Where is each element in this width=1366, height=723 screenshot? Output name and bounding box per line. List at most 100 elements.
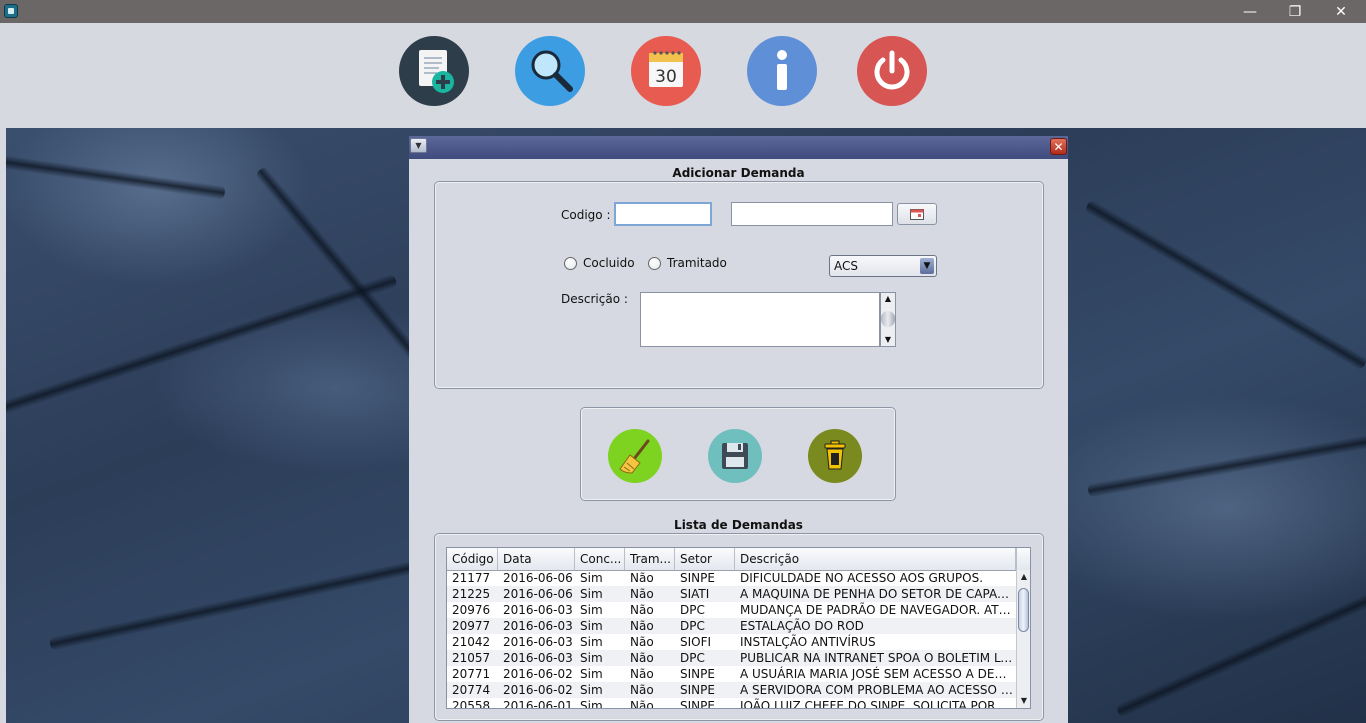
column-header-data[interactable]: Data — [498, 548, 575, 570]
clear-button[interactable] — [608, 429, 662, 483]
cell-codigo: 21042 — [452, 635, 491, 649]
codigo-input[interactable] — [614, 202, 712, 226]
cell-tramitado: Não — [630, 651, 654, 665]
save-button[interactable] — [708, 429, 762, 483]
table-row[interactable]: 20558 2016-06-01 Sim Não SINPE JOÃO LUIZ CHEF… — [447, 698, 1016, 709]
form-title: Adicionar Demanda — [672, 166, 805, 180]
svg-text:30: 30 — [655, 67, 677, 87]
tramitado-radio-label: Tramitado — [667, 256, 727, 270]
cell-concluido: Sim — [580, 635, 603, 649]
cell-codigo: 20771 — [452, 667, 491, 681]
concluido-radio[interactable] — [564, 257, 577, 270]
setor-select-value: ACS — [834, 259, 858, 273]
restore-button[interactable]: ❐ — [1272, 0, 1318, 23]
cell-setor: SINPE — [680, 667, 715, 681]
codigo-label: Codigo : — [561, 208, 611, 222]
scroll-down-icon[interactable]: ▼ — [1017, 695, 1030, 707]
cell-codigo: 20774 — [452, 683, 491, 697]
frame-close-button[interactable]: ✕ — [1050, 138, 1067, 155]
column-header-codigo[interactable]: Código — [447, 548, 498, 570]
date-input[interactable] — [731, 202, 893, 226]
scroll-up-icon[interactable]: ▲ — [881, 294, 895, 304]
column-header-setor[interactable]: Setor — [675, 548, 735, 570]
calendar-button[interactable]: 30 — [631, 36, 701, 106]
cell-descricao: INSTALÇÃO ANTIVÍRUS — [740, 635, 876, 649]
chevron-down-icon: ▼ — [920, 258, 934, 274]
column-header-tramitado[interactable]: Tram... — [625, 548, 675, 570]
table-body: 21177 2016-06-06 Sim Não SINPE DIFICULDADE NO… — [447, 570, 1016, 709]
tramitado-radio[interactable] — [648, 257, 661, 270]
setor-select[interactable]: ACS ▼ — [829, 255, 937, 277]
cell-tramitado: Não — [630, 699, 654, 709]
scroll-thumb[interactable] — [881, 311, 895, 327]
cell-tramitado: Não — [630, 571, 654, 585]
column-header-descricao[interactable]: Descrição — [735, 548, 1016, 570]
cell-tramitado: Não — [630, 619, 654, 633]
cell-descricao: PUBLICAR NA INTRANET SPOA O BOLETIM LO..… — [740, 651, 1016, 665]
trash-icon — [824, 440, 846, 470]
table-header-corner — [1016, 548, 1030, 571]
cell-codigo: 20977 — [452, 619, 491, 633]
cell-codigo: 21225 — [452, 587, 491, 601]
table-row[interactable]: 20771 2016-06-02 Sim Não SINPE A USUÁRIA MARI… — [447, 666, 1016, 682]
info-button[interactable] — [747, 36, 817, 106]
info-icon — [777, 50, 787, 90]
app-icon — [4, 4, 18, 18]
internal-frame-titlebar: ▼ ✕ — [409, 136, 1068, 159]
table-row[interactable]: 21177 2016-06-06 Sim Não SINPE DIFICULDADE NO… — [447, 570, 1016, 586]
frame-menu-button[interactable]: ▼ — [410, 138, 427, 153]
cell-descricao: A MAQUINA DE PENHA DO SETOR DE CAPACI... — [740, 587, 1016, 601]
descricao-textarea[interactable] — [640, 292, 880, 347]
delete-button[interactable] — [808, 429, 862, 483]
cell-data: 2016-06-06 — [503, 571, 573, 585]
cell-concluido: Sim — [580, 571, 603, 585]
table-row[interactable]: 21057 2016-06-03 Sim Não DPC PUBLICAR NA INTR… — [447, 650, 1016, 666]
date-picker-button[interactable] — [897, 203, 937, 225]
exit-button[interactable] — [857, 36, 927, 106]
table-scrollbar[interactable]: ▲ ▼ — [1016, 570, 1030, 708]
cell-descricao: ESTALAÇÃO DO ROD — [740, 619, 864, 633]
search-icon — [531, 50, 573, 92]
cell-setor: SIATI — [680, 587, 710, 601]
broom-icon — [619, 439, 650, 474]
cell-setor: SINPE — [680, 699, 715, 709]
cell-data: 2016-06-03 — [503, 651, 573, 665]
table-header: Código Data Conc... Tram... Setor Descri… — [447, 548, 1016, 571]
cell-descricao: JOÃO LUIZ CHEFE DO SINPE, SOLICITA POR E… — [740, 699, 1016, 709]
scroll-down-icon[interactable]: ▼ — [881, 335, 895, 345]
cell-data: 2016-06-06 — [503, 587, 573, 601]
window-titlebar: — ❐ ✕ — [0, 0, 1366, 23]
cell-concluido: Sim — [580, 587, 603, 601]
table-row[interactable]: 20977 2016-06-03 Sim Não DPC ESTALAÇÃO DO ROD — [447, 618, 1016, 634]
actions-group — [580, 407, 896, 501]
add-demand-button[interactable] — [399, 36, 469, 106]
minimize-button[interactable]: — — [1227, 0, 1273, 23]
table-row[interactable]: 20774 2016-06-02 Sim Não SINPE A SERVIDORA CO… — [447, 682, 1016, 698]
main-toolbar: 30 — [0, 23, 1366, 128]
table-row[interactable]: 20976 2016-06-03 Sim Não DPC MUDANÇA DE PADRÃ… — [447, 602, 1016, 618]
cell-data: 2016-06-03 — [503, 603, 573, 617]
cell-codigo: 20976 — [452, 603, 491, 617]
cell-setor: DPC — [680, 619, 705, 633]
cell-setor: SINPE — [680, 683, 715, 697]
cell-setor: DPC — [680, 651, 705, 665]
cell-concluido: Sim — [580, 683, 603, 697]
scroll-thumb[interactable] — [1018, 588, 1029, 632]
power-icon — [874, 50, 910, 90]
add-document-icon — [419, 50, 454, 93]
cell-setor: SINPE — [680, 571, 715, 585]
scroll-up-icon[interactable]: ▲ — [1017, 571, 1030, 583]
descricao-scrollbar[interactable]: ▲ ▼ — [880, 292, 896, 347]
calendar-small-icon — [910, 208, 924, 220]
cell-data: 2016-06-02 — [503, 683, 573, 697]
column-header-concluido[interactable]: Conc... — [575, 548, 625, 570]
table-row[interactable]: 21225 2016-06-06 Sim Não SIATI A MAQUINA DE P… — [447, 586, 1016, 602]
form-group: Codigo : Cocluido Tramitado ACS ▼ Descri… — [434, 181, 1044, 389]
table-row[interactable]: 21042 2016-06-03 Sim Não SIOFI INSTALÇÃO ANTI… — [447, 634, 1016, 650]
search-button[interactable] — [515, 36, 585, 106]
cell-data: 2016-06-03 — [503, 619, 573, 633]
cell-data: 2016-06-02 — [503, 667, 573, 681]
descricao-label: Descrição : — [561, 292, 628, 306]
cell-setor: SIOFI — [680, 635, 712, 649]
close-window-button[interactable]: ✕ — [1318, 0, 1364, 23]
